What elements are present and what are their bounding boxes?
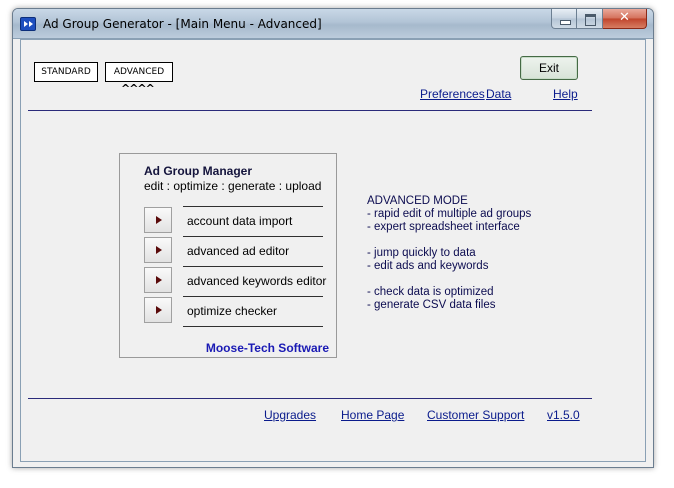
description-line: - edit ads and keywords [367,260,489,272]
title-bar[interactable]: Ad Group Generator - [Main Menu - Advanc… [13,9,653,39]
menu-item-advanced-keywords-editor[interactable]: advanced keywords editor [187,274,326,288]
panel-title: Ad Group Manager [144,164,253,178]
maximize-button[interactable] [577,9,603,29]
exit-button[interactable]: Exit [520,56,578,80]
menu-divider [183,326,323,327]
advanced-mode-button[interactable]: ADVANCED [105,62,173,82]
preferences-link[interactable]: Preferences [420,87,485,101]
advanced-ad-editor-button[interactable] [144,237,172,263]
selected-mode-indicator: ^^^^ [121,82,155,95]
bottom-divider [28,398,592,399]
menu-divider [183,266,323,267]
ad-group-manager-panel: Ad Group Manager edit : optimize : gener… [119,153,337,358]
app-window: Ad Group Generator - [Main Menu - Advanc… [12,8,654,468]
menu-item-account-data-import[interactable]: account data import [187,214,292,228]
version-link[interactable]: v1.5.0 [547,408,580,422]
caption-buttons [551,9,647,29]
description-line: - expert spreadsheet interface [367,221,520,233]
upgrades-link[interactable]: Upgrades [264,408,316,422]
window-title: Ad Group Generator - [Main Menu - Advanc… [43,17,322,31]
menu-divider [183,296,323,297]
menu-divider [183,206,323,207]
data-link[interactable]: Data [486,87,511,101]
description-line: ADVANCED MODE [367,195,468,207]
panel-subtitle: edit : optimize : generate : upload [144,179,322,193]
home-page-link[interactable]: Home Page [341,408,404,422]
app-icon[interactable] [20,17,36,31]
top-divider [28,110,592,111]
description-line: - generate CSV data files [367,299,496,311]
account-data-import-button[interactable] [144,207,172,233]
menu-divider [183,236,323,237]
description-line: - check data is optimized [367,286,494,298]
brand-label: Moose-Tech Software [205,341,329,355]
close-button[interactable] [603,9,647,29]
main-menu-area: STANDARD ADVANCED ^^^^ Exit Preferences … [20,39,646,462]
description-line: - rapid edit of multiple ad groups [367,208,532,220]
menu-item-advanced-ad-editor[interactable]: advanced ad editor [187,244,289,258]
standard-mode-button[interactable]: STANDARD [34,62,98,82]
description-line: - jump quickly to data [367,247,476,259]
advanced-keywords-editor-button[interactable] [144,267,172,293]
customer-support-link[interactable]: Customer Support [427,408,524,422]
help-link[interactable]: Help [553,87,578,101]
optimize-checker-button[interactable] [144,297,172,323]
menu-item-optimize-checker[interactable]: optimize checker [187,304,277,318]
minimize-button[interactable] [551,9,577,29]
